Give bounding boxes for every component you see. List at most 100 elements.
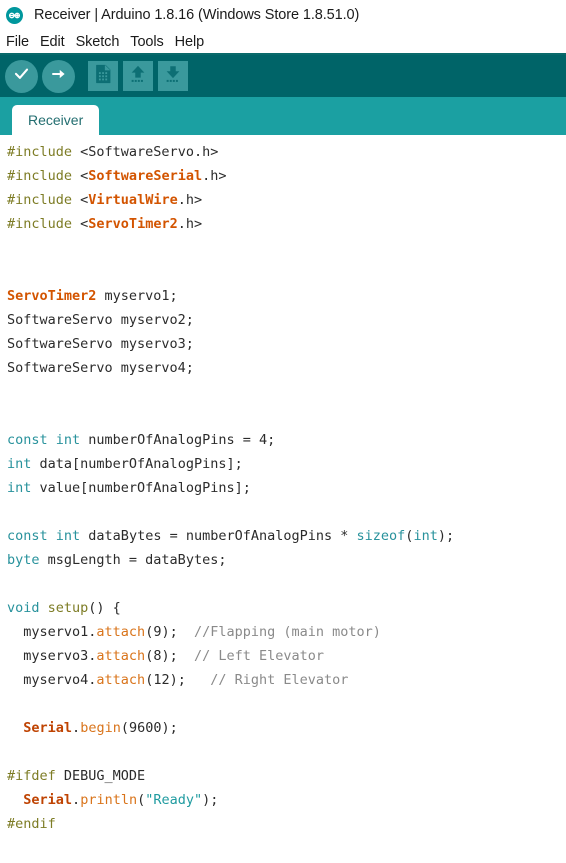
code-token: ( <box>137 792 146 808</box>
code-line: ServoTimer2 myservo1; <box>7 284 566 308</box>
code-token: . <box>72 792 81 808</box>
code-token: <SoftwareServo.h> <box>80 144 219 160</box>
code-token: int <box>7 480 32 496</box>
menu-item-help[interactable]: Help <box>175 34 210 50</box>
code-token: attach <box>96 648 146 664</box>
window-title: Receiver | Arduino 1.8.16 (Windows Store… <box>34 7 360 23</box>
code-token: int <box>7 456 32 472</box>
menu-item-edit[interactable]: Edit <box>40 34 71 50</box>
code-token: #ifdef <box>7 768 56 784</box>
upload-button[interactable] <box>42 59 75 93</box>
code-token: (8); <box>145 648 194 664</box>
code-line: SoftwareServo myservo3; <box>7 332 566 356</box>
code-token: ServoTimer2 <box>88 216 178 232</box>
code-token: attach <box>96 672 146 688</box>
code-line: #endif <box>7 812 566 836</box>
code-token: int <box>55 528 81 544</box>
toolbar <box>0 55 566 97</box>
code-token: (12); <box>145 672 211 688</box>
code-token: SoftwareSerial <box>88 168 203 184</box>
code-line: #include <VirtualWire.h> <box>7 188 566 212</box>
code-token: ); <box>202 792 219 808</box>
code-token: #include <box>7 192 81 208</box>
code-token: SoftwareServo myservo4; <box>7 360 194 376</box>
code-token: value[numberOfAnalogPins]; <box>31 480 251 496</box>
code-token: Serial <box>23 720 73 736</box>
code-line: #include <ServoTimer2.h> <box>7 212 566 236</box>
code-line: const int numberOfAnalogPins = 4; <box>7 428 566 452</box>
code-token: (9); <box>145 624 194 640</box>
new-document-icon <box>94 64 113 89</box>
code-token: #include <box>7 216 81 232</box>
code-token: myservo4. <box>7 672 97 688</box>
code-line: myservo1.attach(9); //Flapping (main mot… <box>7 620 566 644</box>
code-line: #ifdef DEBUG_MODE <box>7 764 566 788</box>
code-token: const <box>7 528 48 544</box>
code-token: data[numberOfAnalogPins]; <box>31 456 243 472</box>
code-token: SoftwareServo myservo2; <box>7 312 194 328</box>
code-token: attach <box>96 624 146 640</box>
code-line: #include <SoftwareSerial.h> <box>7 164 566 188</box>
code-line: myservo4.attach(12); // Right Elevator <box>7 668 566 692</box>
code-token: ServoTimer2 <box>7 288 97 304</box>
save-button[interactable] <box>158 61 188 91</box>
menu-item-file[interactable]: File <box>6 34 35 50</box>
code-line: byte msgLength = dataBytes; <box>7 548 566 572</box>
code-token: ); <box>437 528 455 544</box>
sketch-tab-receiver[interactable]: Receiver <box>12 105 100 135</box>
new-button[interactable] <box>88 61 118 91</box>
code-token: #include <box>7 144 81 160</box>
code-line: int value[numberOfAnalogPins]; <box>7 476 566 500</box>
code-token: dataBytes = numberOfAnalogPins * <box>80 528 357 544</box>
menu-item-tools[interactable]: Tools <box>130 34 169 50</box>
code-token: byte <box>7 552 40 568</box>
code-line: Serial.println("Ready"); <box>7 788 566 812</box>
code-token: myservo1; <box>96 288 178 304</box>
code-token: .h> <box>177 216 203 232</box>
code-token: .h> <box>202 168 227 184</box>
code-token: Serial <box>23 792 73 808</box>
menubar: File Edit Sketch Tools Help <box>0 30 566 53</box>
code-line: Serial.begin(9600); <box>7 716 566 740</box>
code-line: #include <SoftwareServo.h> <box>7 140 566 164</box>
verify-button[interactable] <box>5 59 38 93</box>
open-button[interactable] <box>123 61 153 91</box>
checkmark-icon <box>12 64 31 88</box>
code-token: begin <box>80 720 121 736</box>
code-token: DEBUG_MODE <box>55 768 146 784</box>
code-line: SoftwareServo myservo2; <box>7 308 566 332</box>
menu-item-sketch[interactable]: Sketch <box>76 34 126 50</box>
code-token: myservo3. <box>7 648 97 664</box>
code-token: int <box>413 528 438 544</box>
code-editor[interactable]: #include <SoftwareServo.h> #include <Soft… <box>0 135 566 863</box>
code-token: msgLength = dataBytes; <box>39 552 227 568</box>
code-token: VirtualWire <box>88 192 178 208</box>
code-token: // Right Elevator <box>210 672 349 688</box>
code-token: (9600); <box>120 720 178 736</box>
arduino-infinity-icon <box>6 6 23 24</box>
code-token: //Flapping (main motor) <box>193 624 381 640</box>
down-arrow-icon <box>163 64 183 89</box>
code-token: myservo1. <box>7 624 97 640</box>
code-token: #include <box>7 168 81 184</box>
code-line: const int dataBytes = numberOfAnalogPins… <box>7 524 566 548</box>
code-line: int data[numberOfAnalogPins]; <box>7 452 566 476</box>
titlebar: Receiver | Arduino 1.8.16 (Windows Store… <box>0 0 566 30</box>
code-line: myservo3.attach(8); // Left Elevator <box>7 644 566 668</box>
code-token: setup <box>47 600 89 616</box>
code-token: "Ready" <box>145 792 203 808</box>
tabbar: Receiver <box>0 97 566 135</box>
code-token: . <box>72 720 81 736</box>
arduino-ide-window: Receiver | Arduino 1.8.16 (Windows Store… <box>0 0 566 863</box>
